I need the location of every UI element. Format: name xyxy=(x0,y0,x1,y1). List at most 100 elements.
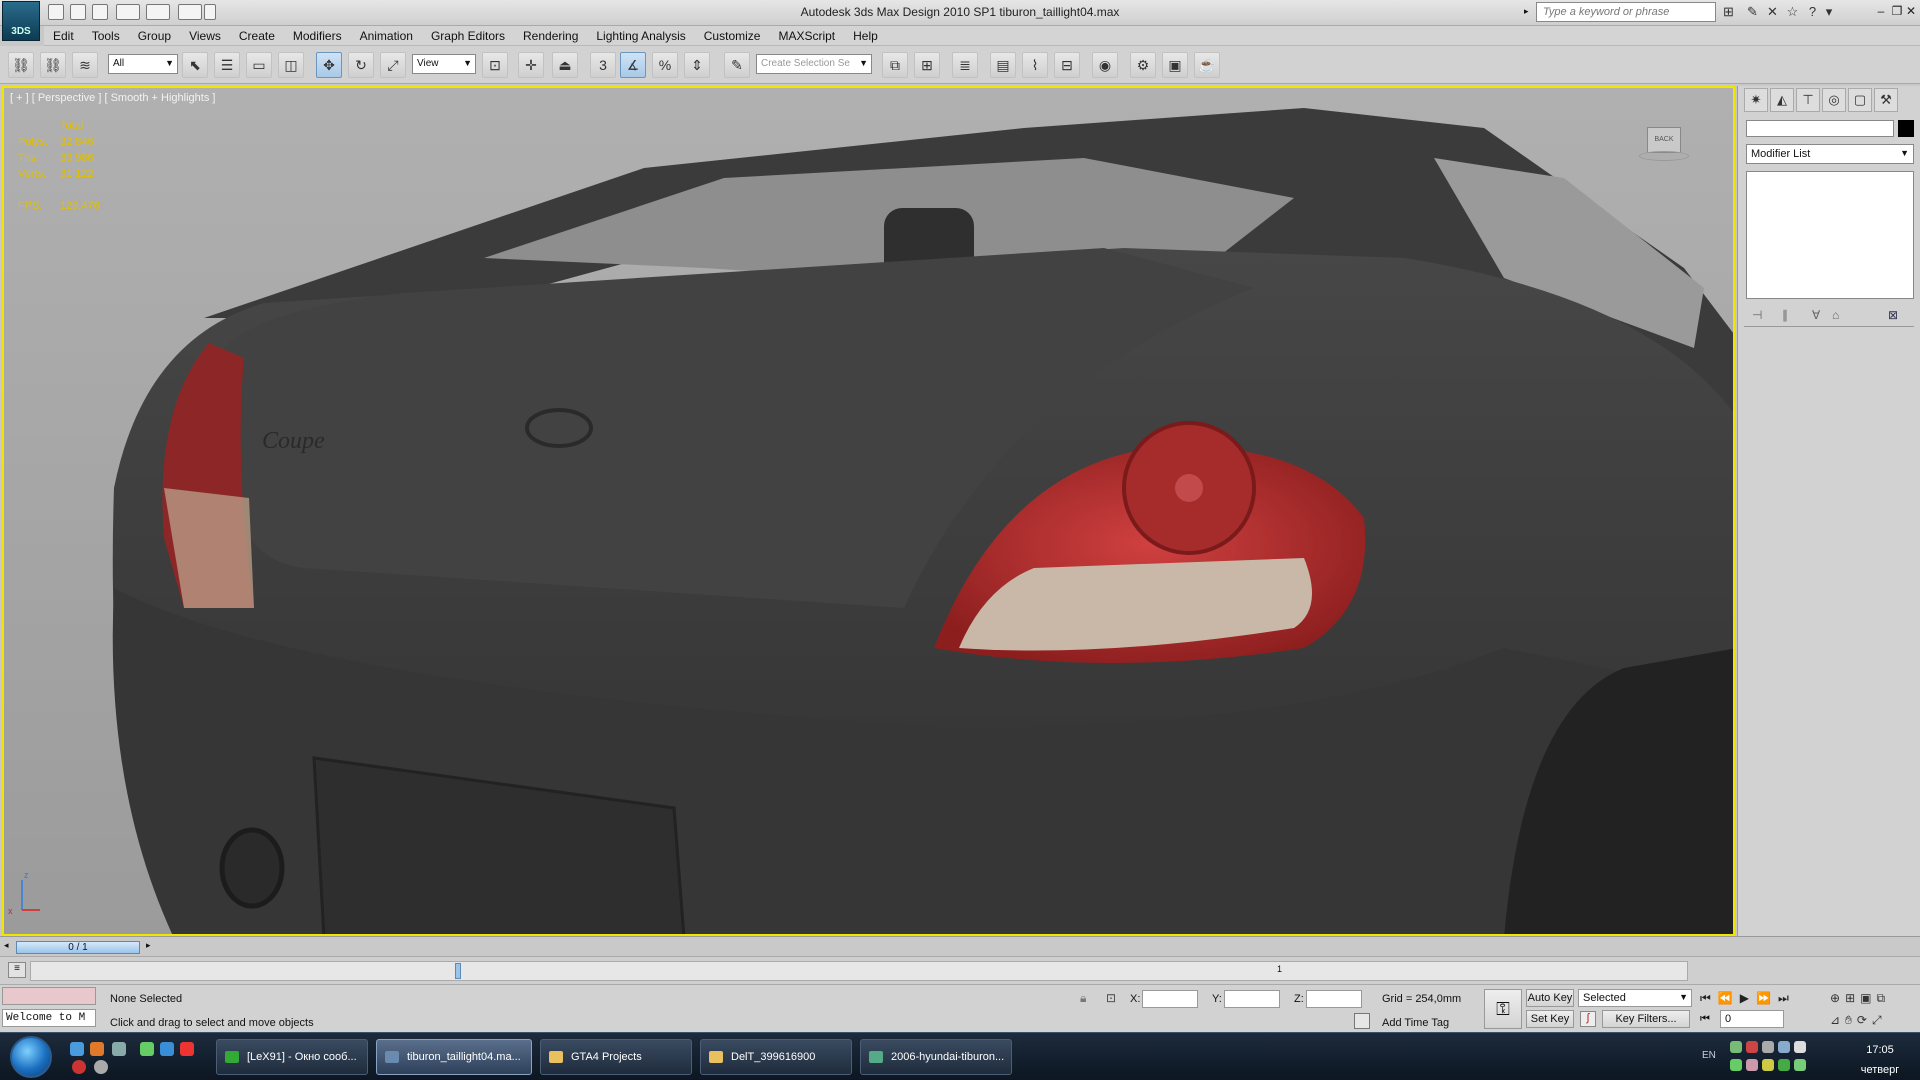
menu-graph-editors[interactable]: Graph Editors xyxy=(422,26,514,46)
maxscript-mini-listener[interactable]: Welcome to M xyxy=(2,1009,96,1027)
application-button[interactable]: 3DS xyxy=(2,1,40,41)
set-key-button[interactable]: Set Key xyxy=(1526,1010,1574,1028)
clock[interactable]: 17:05 четверг xyxy=(1840,1043,1920,1077)
field-of-view-icon[interactable]: ⊿ xyxy=(1830,1013,1845,1027)
taskbar-item-gta4-projects[interactable]: GTA4 Projects xyxy=(540,1039,692,1075)
zoom-extents-icon[interactable]: ▣ xyxy=(1860,991,1876,1005)
select-by-name-icon[interactable]: ☰ xyxy=(214,52,240,78)
set-key-mode-icon[interactable]: ⚿ xyxy=(1484,989,1522,1029)
zoom-icon[interactable]: ⊕ xyxy=(1830,991,1845,1005)
explorer-icon[interactable] xyxy=(70,1042,84,1056)
zoom-all-icon[interactable]: ⊞ xyxy=(1845,991,1860,1005)
y-coordinate-field[interactable] xyxy=(1224,990,1280,1008)
playback-controls[interactable]: ⏮⏪▶⏩⏭ xyxy=(1700,991,1796,1006)
restore-icon[interactable]: ❐ xyxy=(1890,4,1904,18)
language-indicator[interactable]: EN xyxy=(1702,1050,1716,1061)
taskbar-item-qip[interactable]: [LeX91] - Окно сооб... xyxy=(216,1039,368,1075)
viewcube-ring[interactable] xyxy=(1639,151,1689,161)
menu-edit[interactable]: Edit xyxy=(44,26,83,46)
go-to-end-icon[interactable]: ⏭ xyxy=(1778,991,1796,1005)
go-to-start-icon[interactable]: ⏮ xyxy=(1700,991,1718,1005)
menu-rendering[interactable]: Rendering xyxy=(514,26,587,46)
tray-icon-3[interactable] xyxy=(1762,1041,1774,1053)
time-tag-icon[interactable] xyxy=(1354,1013,1370,1029)
percent-snap-icon[interactable]: % xyxy=(652,52,678,78)
steam-icon[interactable] xyxy=(94,1060,108,1074)
undo-icon[interactable] xyxy=(116,4,140,20)
menu-animation[interactable]: Animation xyxy=(351,26,422,46)
menu-group[interactable]: Group xyxy=(129,26,180,46)
network-icon[interactable] xyxy=(1794,1059,1806,1071)
pivot-point-center-icon[interactable]: ⊡ xyxy=(482,52,508,78)
window-crossing-icon[interactable]: ◫ xyxy=(278,52,304,78)
next-frame-icon[interactable]: ⏩ xyxy=(1756,991,1778,1005)
minimize-icon[interactable]: – xyxy=(1874,4,1888,18)
firefox-icon[interactable] xyxy=(90,1042,104,1056)
start-button[interactable] xyxy=(10,1036,52,1078)
quick-access-dropdown-icon[interactable] xyxy=(204,4,216,20)
modifier-stack[interactable] xyxy=(1746,171,1914,299)
tray-icon-4[interactable] xyxy=(1778,1041,1790,1053)
time-slider-left-icon[interactable]: ◂ xyxy=(4,940,9,951)
play-icon[interactable]: ▶ xyxy=(1740,991,1756,1005)
track-ruler[interactable]: 1 xyxy=(30,961,1688,981)
tray-icon-6[interactable] xyxy=(1746,1059,1758,1071)
maximize-viewport-icon[interactable]: ⤢ xyxy=(1872,1013,1887,1027)
menu-customize[interactable]: Customize xyxy=(695,26,770,46)
tray-icon-2[interactable] xyxy=(1746,1041,1758,1053)
taskbar-item-image[interactable]: 2006-hyundai-tiburon... xyxy=(860,1039,1012,1075)
reference-coordinate-dropdown[interactable]: View ▼ xyxy=(412,54,476,74)
select-object-icon[interactable]: ⬉ xyxy=(182,52,208,78)
previous-frame-icon[interactable]: ⏪ xyxy=(1718,991,1740,1005)
close-icon[interactable]: ✕ xyxy=(1904,4,1918,18)
select-and-link-icon[interactable]: ⛓ xyxy=(8,52,34,78)
select-and-rotate-icon[interactable]: ↻ xyxy=(348,52,374,78)
material-editor-icon[interactable]: ◉ xyxy=(1092,52,1118,78)
tray-icon-5[interactable] xyxy=(1730,1059,1742,1071)
time-slider-right-icon[interactable]: ▸ xyxy=(146,940,151,951)
help-dropdown-icon[interactable]: ▾ xyxy=(1824,4,1834,21)
configure-sets-icon[interactable]: ⊠ xyxy=(1888,308,1898,322)
desktop-icon[interactable] xyxy=(112,1042,126,1056)
menu-lighting-analysis[interactable]: Lighting Analysis xyxy=(587,26,694,46)
schematic-view-icon[interactable]: ⊟ xyxy=(1054,52,1080,78)
help-icon[interactable]: ? xyxy=(1804,4,1821,21)
ie-icon[interactable] xyxy=(160,1042,174,1056)
menu-tools[interactable]: Tools xyxy=(83,26,129,46)
maxscript-listener-top[interactable] xyxy=(2,987,96,1005)
pin-stack-icon[interactable]: ⊣ xyxy=(1752,308,1762,322)
menu-modifiers[interactable]: Modifiers xyxy=(284,26,351,46)
pan-icon[interactable]: ✋︎ xyxy=(1845,1013,1857,1027)
manipulate-icon[interactable]: ✛ xyxy=(518,52,544,78)
make-unique-icon[interactable]: ∀ xyxy=(1812,308,1820,322)
hierarchy-tab-icon[interactable]: ⊤ xyxy=(1796,88,1820,112)
unlink-icon[interactable]: ⛓ xyxy=(40,52,66,78)
x-coordinate-field[interactable] xyxy=(1142,990,1198,1008)
align-icon[interactable]: ⊞ xyxy=(914,52,940,78)
motion-tab-icon[interactable]: ◎ xyxy=(1822,88,1846,112)
modifier-list-dropdown[interactable]: Modifier List ▼ xyxy=(1746,144,1914,164)
taskbar-item-delt[interactable]: DelT_399616900 xyxy=(700,1039,852,1075)
tray-icon-7[interactable] xyxy=(1762,1059,1774,1071)
key-filters-button[interactable]: Key Filters... xyxy=(1602,1010,1690,1028)
display-tab-icon[interactable]: ▢ xyxy=(1848,88,1872,112)
project-folder-icon[interactable] xyxy=(178,4,202,20)
rectangular-selection-icon[interactable]: ▭ xyxy=(246,52,272,78)
volume-icon[interactable] xyxy=(1794,1041,1806,1053)
utilities-tab-icon[interactable]: ⚒ xyxy=(1874,88,1898,112)
torrent-icon[interactable] xyxy=(140,1042,154,1056)
menu-help[interactable]: Help xyxy=(844,26,887,46)
spinner-snap-icon[interactable]: ⇕ xyxy=(684,52,710,78)
orbit-icon[interactable]: ⟳ xyxy=(1857,1013,1872,1027)
viewcube[interactable]: BACK xyxy=(1639,123,1689,163)
viewport-navigation-controls[interactable]: ⊕⊞▣⧉ xyxy=(1830,991,1890,1006)
angle-snap-icon[interactable]: ∡ xyxy=(620,52,646,78)
open-file-icon[interactable] xyxy=(70,4,86,20)
absolute-mode-icon[interactable]: ⊡ xyxy=(1106,991,1116,1005)
mirror-icon[interactable]: ⧉ xyxy=(882,52,908,78)
perspective-viewport[interactable]: Coupe [ + ] [ Perspective ] [ Smooth + H… xyxy=(2,86,1735,936)
binoculars-icon[interactable]: ⊞ xyxy=(1720,4,1737,21)
key-mode-dropdown[interactable]: Selected ▼ xyxy=(1578,989,1692,1007)
auto-key-button[interactable]: Auto Key xyxy=(1526,989,1574,1007)
menu-create[interactable]: Create xyxy=(230,26,284,46)
